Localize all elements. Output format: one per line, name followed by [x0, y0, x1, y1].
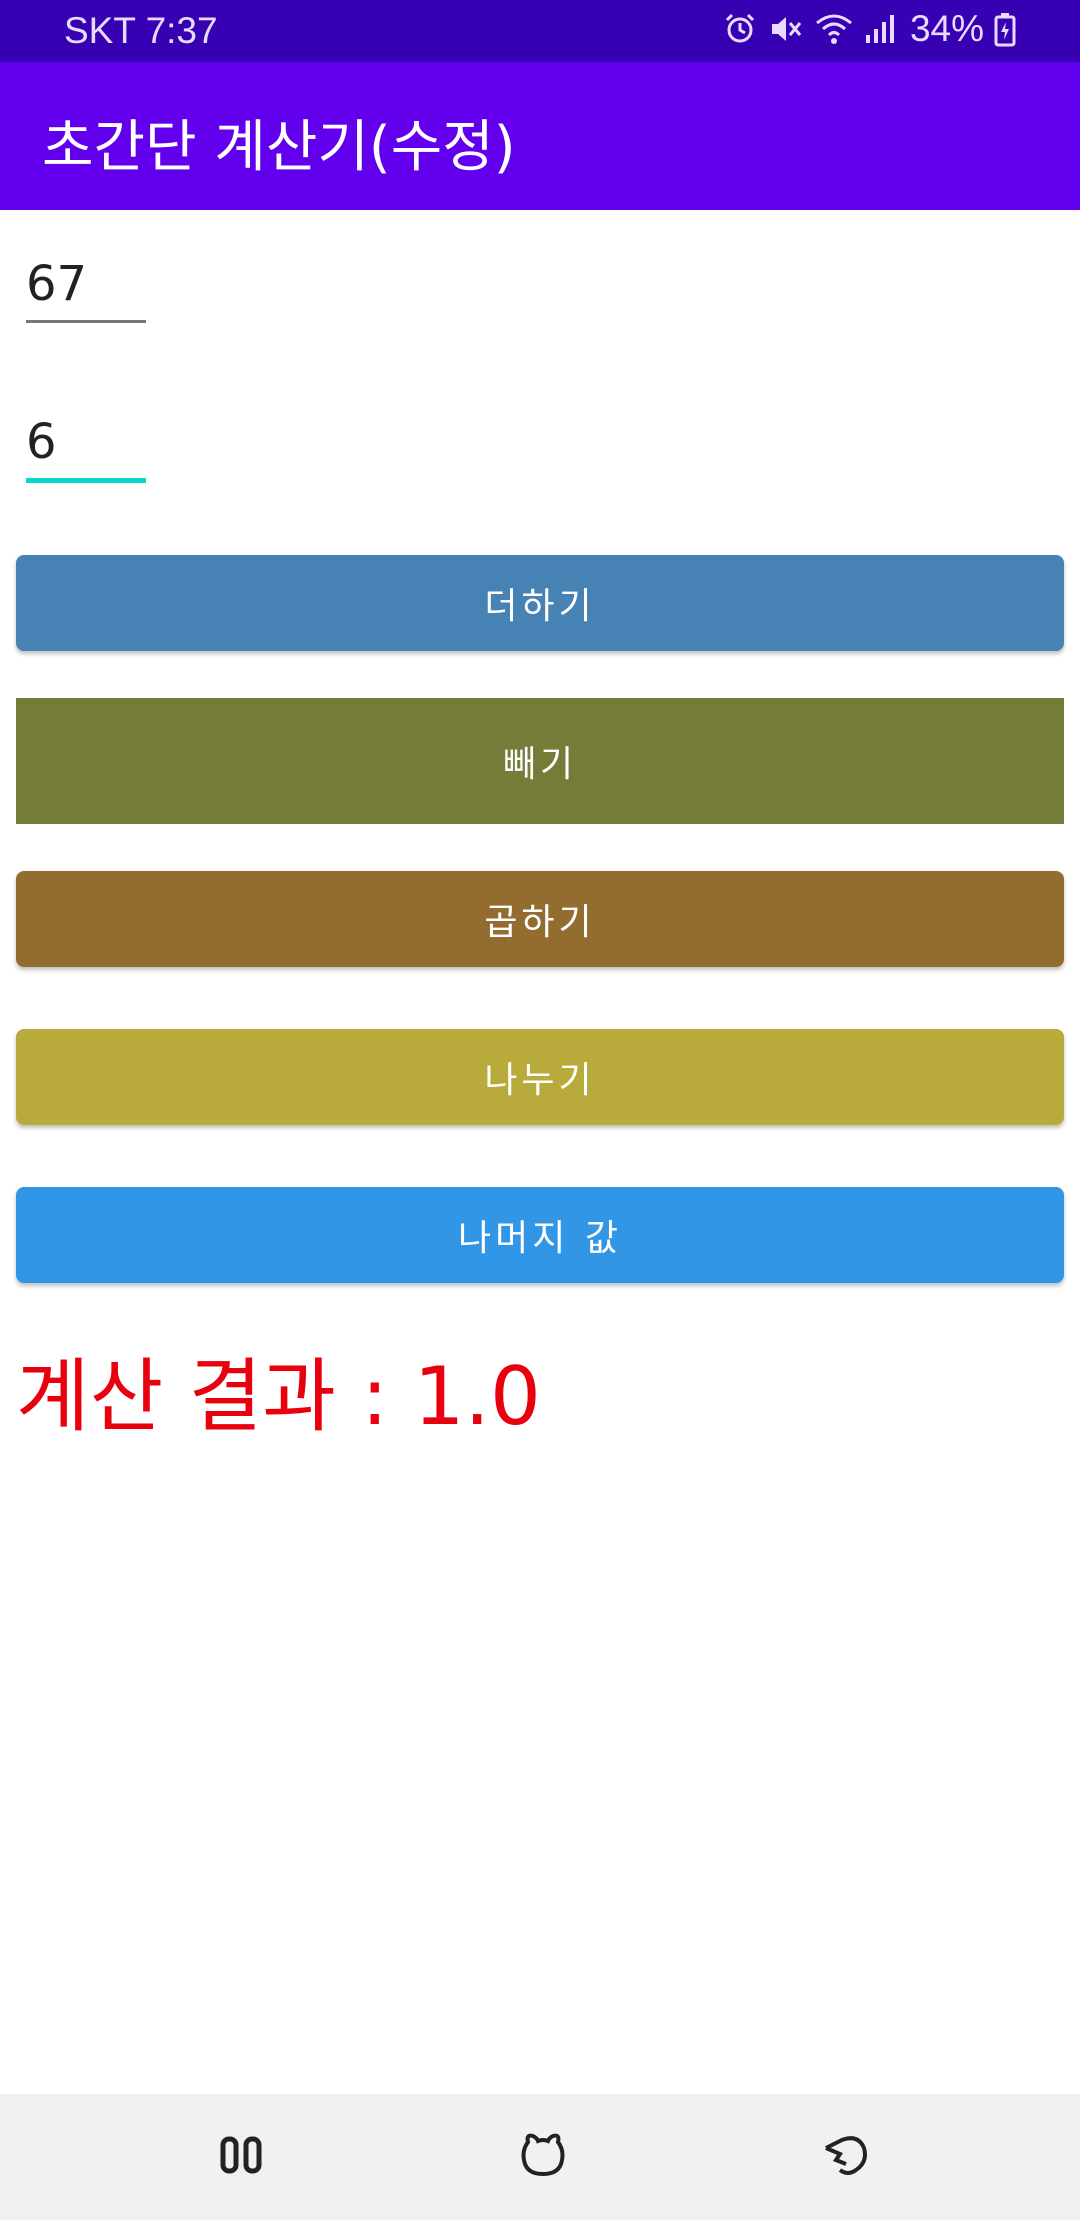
wifi-icon: [814, 11, 854, 47]
result-text: 계산 결과 : 1.0: [16, 1350, 541, 1443]
recents-button[interactable]: [206, 2122, 276, 2192]
battery-charging-icon: [994, 11, 1016, 47]
divide-button[interactable]: 나누기: [16, 1029, 1064, 1125]
back-icon: [820, 2130, 870, 2184]
carrier-time: SKT 7:37: [64, 10, 218, 51]
remainder-button[interactable]: 나머지 값: [16, 1187, 1064, 1283]
back-button[interactable]: [810, 2122, 880, 2192]
home-button[interactable]: [508, 2122, 578, 2192]
second-number-container: [26, 414, 146, 483]
status-bar: SKT 7:37 34%: [0, 0, 1080, 62]
battery-percent: 34%: [909, 8, 984, 49]
first-number-input[interactable]: [26, 256, 146, 312]
first-number-container: [26, 256, 146, 323]
navigation-bar: [0, 2094, 1080, 2220]
alarm-icon: [722, 11, 758, 47]
signal-icon: [864, 11, 896, 47]
subtract-button[interactable]: 빼기: [16, 698, 1064, 824]
app-title: 초간단 계산기(수정): [42, 115, 516, 180]
first-number-underline: [26, 320, 146, 323]
app-bar: 초간단 계산기(수정): [0, 62, 1080, 210]
home-icon: [518, 2130, 568, 2184]
recents-icon: [219, 2133, 263, 2181]
multiply-button[interactable]: 곱하기: [16, 871, 1064, 967]
add-button[interactable]: 더하기: [16, 555, 1064, 651]
status-icons: 34%: [722, 8, 1016, 50]
calculator-screen: SKT 7:37 34% 초간단 계산기(수정) 67 6 더하기 빼기 곱하기…: [0, 0, 1080, 2220]
second-number-underline: [26, 478, 146, 483]
second-number-input[interactable]: [26, 414, 146, 470]
mute-icon: [768, 11, 804, 47]
